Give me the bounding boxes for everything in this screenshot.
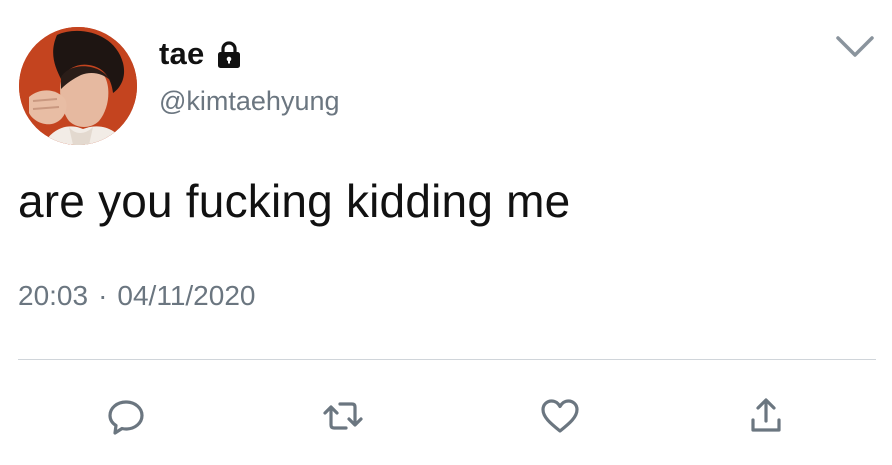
heart-icon (541, 399, 579, 433)
lock-icon (216, 41, 242, 69)
tweet-time: 20:03 (18, 280, 89, 311)
divider (18, 359, 876, 360)
chevron-down-icon[interactable] (835, 34, 875, 60)
tweet-card: tae @kimtaehyung are you fucking kidding… (0, 0, 892, 465)
tweet-text: are you fucking kidding me (18, 175, 571, 227)
username-handle[interactable]: @kimtaehyung (159, 86, 340, 117)
tweet-timestamp[interactable]: 20:03 · 04/11/2020 (18, 280, 255, 312)
reply-button[interactable] (101, 391, 151, 441)
avatar[interactable] (19, 27, 137, 145)
avatar-image (19, 27, 137, 145)
retweet-button[interactable] (318, 391, 368, 441)
share-button[interactable] (741, 391, 791, 441)
action-bar (0, 385, 892, 445)
display-name[interactable]: tae (159, 36, 204, 72)
retweet-icon (323, 402, 363, 430)
reply-icon (108, 400, 144, 435)
meta-separator: · (98, 280, 108, 311)
like-button[interactable] (535, 391, 585, 441)
name-row: tae (159, 36, 242, 72)
tweet-date: 04/11/2020 (117, 280, 256, 311)
share-icon (751, 398, 781, 432)
